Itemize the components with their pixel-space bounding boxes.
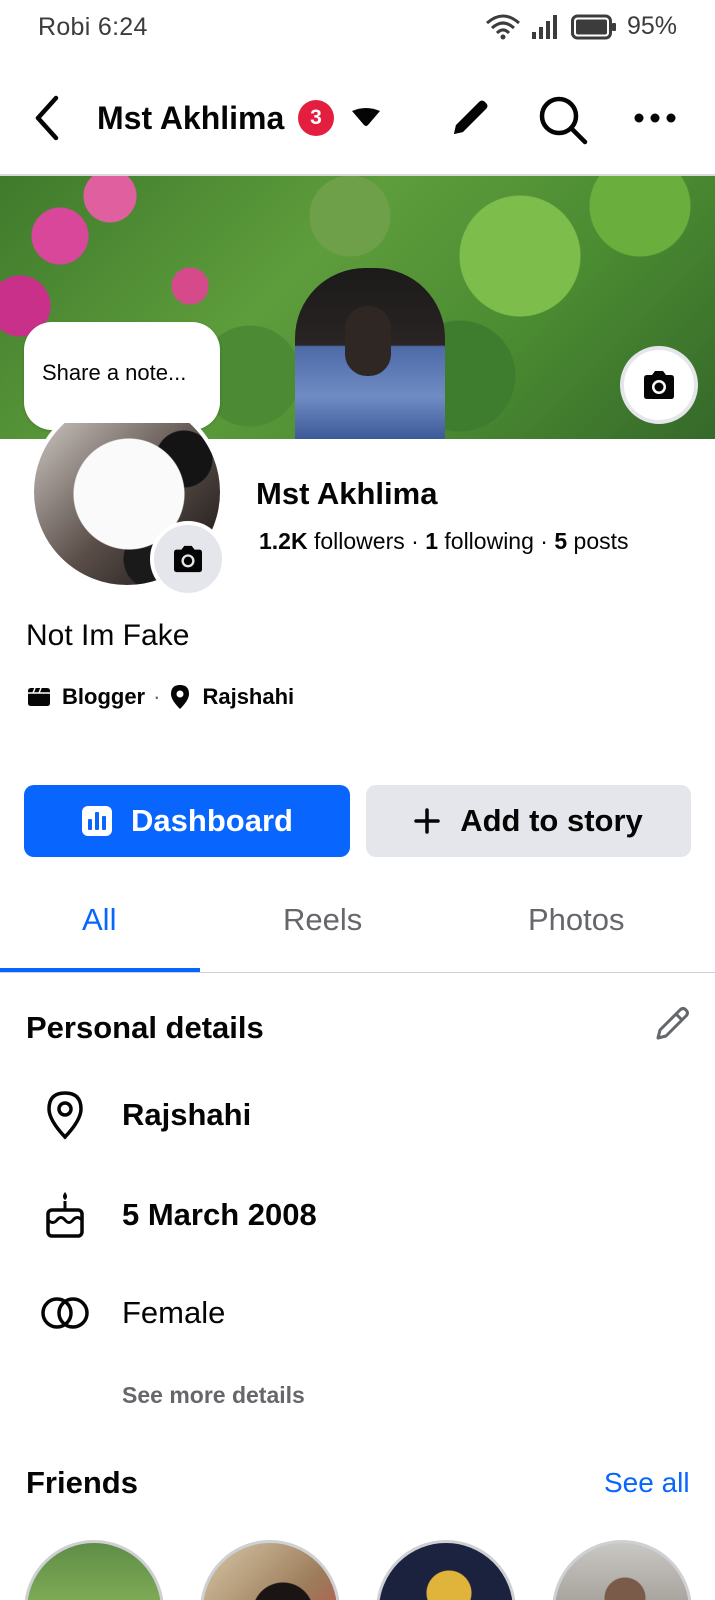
location-pin-icon <box>171 685 190 709</box>
posts-label: posts <box>573 528 629 554</box>
caret-down-icon[interactable] <box>350 106 382 130</box>
detail-gender-text: Female <box>122 1295 226 1330</box>
birthday-cake-icon <box>46 1192 84 1238</box>
profile-name: Mst Akhlima <box>256 476 438 511</box>
tab-all[interactable]: All <box>82 902 116 938</box>
wifi-icon <box>485 14 520 39</box>
friend-avatar[interactable] <box>200 1540 340 1600</box>
back-arrow-icon[interactable] <box>28 92 68 144</box>
more-icon[interactable] <box>631 100 679 136</box>
category-label: Blogger <box>62 684 146 709</box>
dashboard-label: Dashboard <box>131 803 293 838</box>
avatar-camera-button[interactable] <box>150 521 226 597</box>
detail-birthday: 5 March 2008 <box>40 1188 317 1242</box>
friend-avatar[interactable] <box>552 1540 692 1600</box>
cover-person-face <box>345 306 391 376</box>
detail-location-text: Rajshahi <box>122 1097 252 1132</box>
status-bar: Robi 6:24 95% <box>0 0 715 56</box>
signal-icon <box>531 14 557 39</box>
cover-camera-button[interactable] <box>620 346 698 424</box>
friends-title: Friends <box>26 1465 138 1500</box>
search-icon[interactable] <box>537 94 589 146</box>
info-separator: · <box>153 684 161 709</box>
dashboard-icon <box>82 806 113 836</box>
camera-icon <box>174 545 202 573</box>
add-to-story-button[interactable]: Add to story <box>366 785 691 857</box>
followers-label[interactable]: followers <box>314 528 405 554</box>
see-all-friends-link[interactable]: See all <box>604 1467 690 1499</box>
friend-avatar[interactable] <box>376 1540 516 1600</box>
status-icons: 95% <box>485 12 677 41</box>
camera-icon <box>644 371 674 399</box>
carrier-time: Robi 6:24 <box>38 13 148 41</box>
add-to-story-label: Add to story <box>460 803 643 838</box>
tabs-divider <box>0 972 715 973</box>
detail-gender: Female <box>40 1286 225 1340</box>
header-title[interactable]: Mst Akhlima <box>97 100 284 137</box>
location-label: Rajshahi <box>202 684 295 709</box>
profile-bio: Not Im Fake <box>26 619 190 652</box>
profile-info-row: Blogger · Rajshahi <box>26 684 294 710</box>
profile-header: Mst Akhlima 3 <box>0 70 715 168</box>
location-pin-icon <box>47 1091 83 1140</box>
notification-badge: 3 <box>298 100 334 136</box>
tab-photos[interactable]: Photos <box>528 902 625 938</box>
followers-count[interactable]: 1.2K <box>259 528 308 554</box>
tab-reels[interactable]: Reels <box>283 902 362 938</box>
see-more-details-link[interactable]: See more details <box>122 1382 305 1409</box>
battery-icon <box>570 14 616 39</box>
dashboard-button[interactable]: Dashboard <box>24 785 350 857</box>
stats-separator: · <box>540 528 555 554</box>
friend-avatar[interactable] <box>24 1540 164 1600</box>
stats-separator: · <box>411 528 426 554</box>
personal-details-title: Personal details <box>26 1010 264 1045</box>
following-label[interactable]: following <box>444 528 534 554</box>
pencil-icon[interactable] <box>446 94 494 142</box>
category-icon <box>28 687 50 706</box>
posts-count: 5 <box>554 528 568 554</box>
gender-icon <box>41 1297 89 1329</box>
profile-stats: 1.2K followers · 1 following · 5 posts <box>259 528 629 555</box>
detail-location: Rajshahi <box>40 1088 251 1142</box>
edit-details-pencil-icon[interactable] <box>652 1004 692 1044</box>
battery-percent: 95% <box>626 12 677 40</box>
plus-icon <box>414 808 440 834</box>
detail-birthday-text: 5 March 2008 <box>122 1197 317 1232</box>
share-note-bubble[interactable]: Share a note... <box>24 322 220 430</box>
following-count[interactable]: 1 <box>425 528 438 554</box>
